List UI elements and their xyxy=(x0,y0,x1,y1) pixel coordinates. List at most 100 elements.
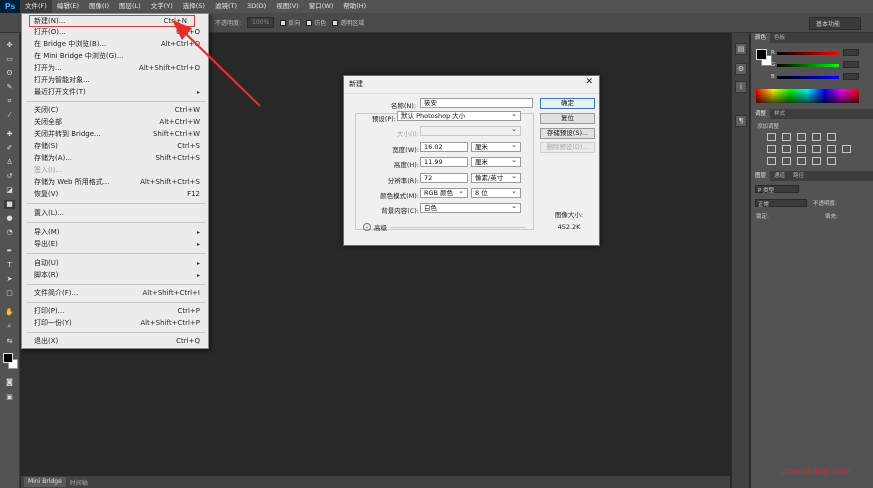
info-panel-icon[interactable]: i xyxy=(735,81,747,93)
blue-value[interactable] xyxy=(843,73,859,80)
transparency-checkbox[interactable]: 透明区域 xyxy=(332,18,364,27)
menu-item-save-for-web[interactable]: 存储为 Web 所用格式... Alt+Shift+Ctrl+S xyxy=(22,176,208,188)
posterize-icon[interactable] xyxy=(782,157,791,165)
hue-icon[interactable] xyxy=(767,145,776,153)
exposure-icon[interactable] xyxy=(812,133,821,141)
ok-button[interactable]: 确定 xyxy=(540,98,595,109)
selective-color-icon[interactable] xyxy=(827,157,836,165)
blue-slider[interactable] xyxy=(777,76,839,79)
invert-icon[interactable] xyxy=(767,157,776,165)
height-input[interactable]: 11.99 xyxy=(420,157,468,167)
vibrance-icon[interactable] xyxy=(827,133,836,141)
reverse-checkbox[interactable]: 反向 xyxy=(280,18,300,27)
color-spectrum[interactable] xyxy=(756,89,859,103)
menu-item-print[interactable]: 打印(P)... Ctrl+P xyxy=(22,305,208,317)
tab-color[interactable]: 颜色 xyxy=(751,33,771,43)
tab-paths[interactable]: 路径 xyxy=(789,171,808,181)
preset-select[interactable]: 默认 Photoshop 大小 xyxy=(397,110,521,121)
advanced-toggle[interactable]: ⌄ 高级 xyxy=(363,222,525,232)
eyedropper-tool-icon[interactable]: ⁄ xyxy=(4,111,15,120)
menu-item-close-go-bridge[interactable]: 关闭并转到 Bridge... Shift+Ctrl+W xyxy=(22,128,208,140)
menu-help[interactable]: 帮助(H) xyxy=(338,0,371,13)
properties-panel-icon[interactable]: ⚙ xyxy=(735,63,747,75)
menu-file[interactable]: 文件(F) xyxy=(20,0,52,13)
height-unit-select[interactable]: 厘米 xyxy=(471,156,521,167)
eraser-tool-icon[interactable]: ◪ xyxy=(4,186,15,195)
black-white-icon[interactable] xyxy=(797,145,806,153)
color-mode-select[interactable]: RGB 颜色 xyxy=(420,187,468,198)
menu-window[interactable]: 窗口(W) xyxy=(304,0,339,13)
reset-button[interactable]: 复位 xyxy=(540,113,595,124)
history-panel-icon[interactable]: ▤ xyxy=(735,43,747,55)
move-tool-icon[interactable]: ✥ xyxy=(4,41,15,50)
menu-select[interactable]: 选择(S) xyxy=(178,0,210,13)
resolution-input[interactable]: 72 xyxy=(420,173,468,183)
tab-swatches[interactable]: 色板 xyxy=(770,33,789,43)
history-brush-tool-icon[interactable]: ↺ xyxy=(4,172,15,181)
type-tool-icon[interactable]: T xyxy=(4,261,15,270)
green-value[interactable] xyxy=(843,61,859,68)
menu-item-file-info[interactable]: 文件简介(F)... Alt+Shift+Ctrl+I xyxy=(22,287,208,299)
menu-item-scripts[interactable]: 脚本(R) xyxy=(22,269,208,281)
blur-tool-icon[interactable]: ● xyxy=(4,214,15,223)
color-balance-icon[interactable] xyxy=(782,145,791,153)
menu-layer[interactable]: 图层(L) xyxy=(114,0,146,13)
width-unit-select[interactable]: 厘米 xyxy=(471,141,521,152)
quick-select-tool-icon[interactable]: ✎ xyxy=(4,83,15,92)
menu-item-close-all[interactable]: 关闭全部 Alt+Ctrl+W xyxy=(22,116,208,128)
menu-item-place[interactable]: 置入(L)... xyxy=(22,207,208,219)
healing-brush-tool-icon[interactable]: ✚ xyxy=(4,130,15,139)
menu-item-revert[interactable]: 恢复(V) F12 xyxy=(22,188,208,200)
levels-icon[interactable] xyxy=(782,133,791,141)
menu-item-import[interactable]: 导入(M) xyxy=(22,226,208,238)
menu-item-save-as[interactable]: 存储为(A)... Shift+Ctrl+S xyxy=(22,152,208,164)
menu-type[interactable]: 文字(Y) xyxy=(146,0,178,13)
workspace-dropdown[interactable]: 基本功能 xyxy=(809,17,861,30)
screen-mode-icon[interactable]: ▣ xyxy=(4,393,15,402)
swap-colors-icon[interactable]: ⇆ xyxy=(4,337,15,346)
panel-foreground-swatch[interactable] xyxy=(756,49,767,60)
menu-view[interactable]: 视图(V) xyxy=(271,0,304,13)
gradient-map-icon[interactable] xyxy=(812,157,821,165)
menu-filter[interactable]: 滤镜(T) xyxy=(210,0,242,13)
foreground-color-swatch[interactable] xyxy=(3,353,13,363)
layer-kind-filter[interactable]: P 类型 xyxy=(755,185,799,194)
path-selection-tool-icon[interactable]: ➤ xyxy=(4,275,15,284)
close-icon[interactable]: ✕ xyxy=(585,77,593,87)
tab-styles[interactable]: 样式 xyxy=(770,109,789,119)
tab-adjustments[interactable]: 调整 xyxy=(751,109,771,119)
dodge-tool-icon[interactable]: ◔ xyxy=(4,228,15,237)
crop-tool-icon[interactable]: ⌗ xyxy=(4,97,15,106)
zoom-tool-icon[interactable]: ⌕ xyxy=(4,322,15,331)
menu-edit[interactable]: 编辑(E) xyxy=(52,0,84,13)
shape-tool-icon[interactable]: ▢ xyxy=(4,289,15,298)
menu-item-automate[interactable]: 自动(U) xyxy=(22,257,208,269)
green-slider[interactable] xyxy=(777,64,839,67)
photo-filter-icon[interactable] xyxy=(812,145,821,153)
curves-icon[interactable] xyxy=(797,133,806,141)
name-input[interactable]: 筱安 xyxy=(420,98,533,108)
tab-channels[interactable]: 通道 xyxy=(770,171,789,181)
menu-item-print-one[interactable]: 打印一份(Y) Alt+Shift+Ctrl+P xyxy=(22,317,208,329)
dither-checkbox[interactable]: 仿色 xyxy=(306,18,326,27)
menu-image[interactable]: 图像(I) xyxy=(84,0,114,13)
lasso-tool-icon[interactable]: ʘ xyxy=(4,69,15,78)
gradient-tool-icon[interactable]: ■ xyxy=(4,200,15,209)
bit-depth-select[interactable]: 8 位 xyxy=(471,187,521,198)
color-lookup-icon[interactable] xyxy=(842,145,851,153)
tab-mini-bridge[interactable]: Mini Bridge xyxy=(24,477,66,487)
menu-item-exit[interactable]: 退出(X) Ctrl+Q xyxy=(22,335,208,347)
blend-mode-dropdown[interactable]: 正常 xyxy=(755,199,807,208)
red-slider[interactable] xyxy=(777,52,839,55)
brush-tool-icon[interactable]: ✐ xyxy=(4,144,15,153)
paragraph-panel-icon[interactable]: ¶ xyxy=(735,115,747,127)
tab-layers[interactable]: 图层 xyxy=(751,171,771,181)
menu-3d[interactable]: 3D(D) xyxy=(242,0,271,13)
quick-mask-icon[interactable]: ◙ xyxy=(4,378,15,387)
channel-mixer-icon[interactable] xyxy=(827,145,836,153)
menu-item-export[interactable]: 导出(E) xyxy=(22,238,208,250)
background-select[interactable]: 白色 xyxy=(420,202,521,213)
red-value[interactable] xyxy=(843,49,859,56)
resolution-unit-select[interactable]: 像素/英寸 xyxy=(471,172,521,183)
hand-tool-icon[interactable]: ✋ xyxy=(4,308,15,317)
